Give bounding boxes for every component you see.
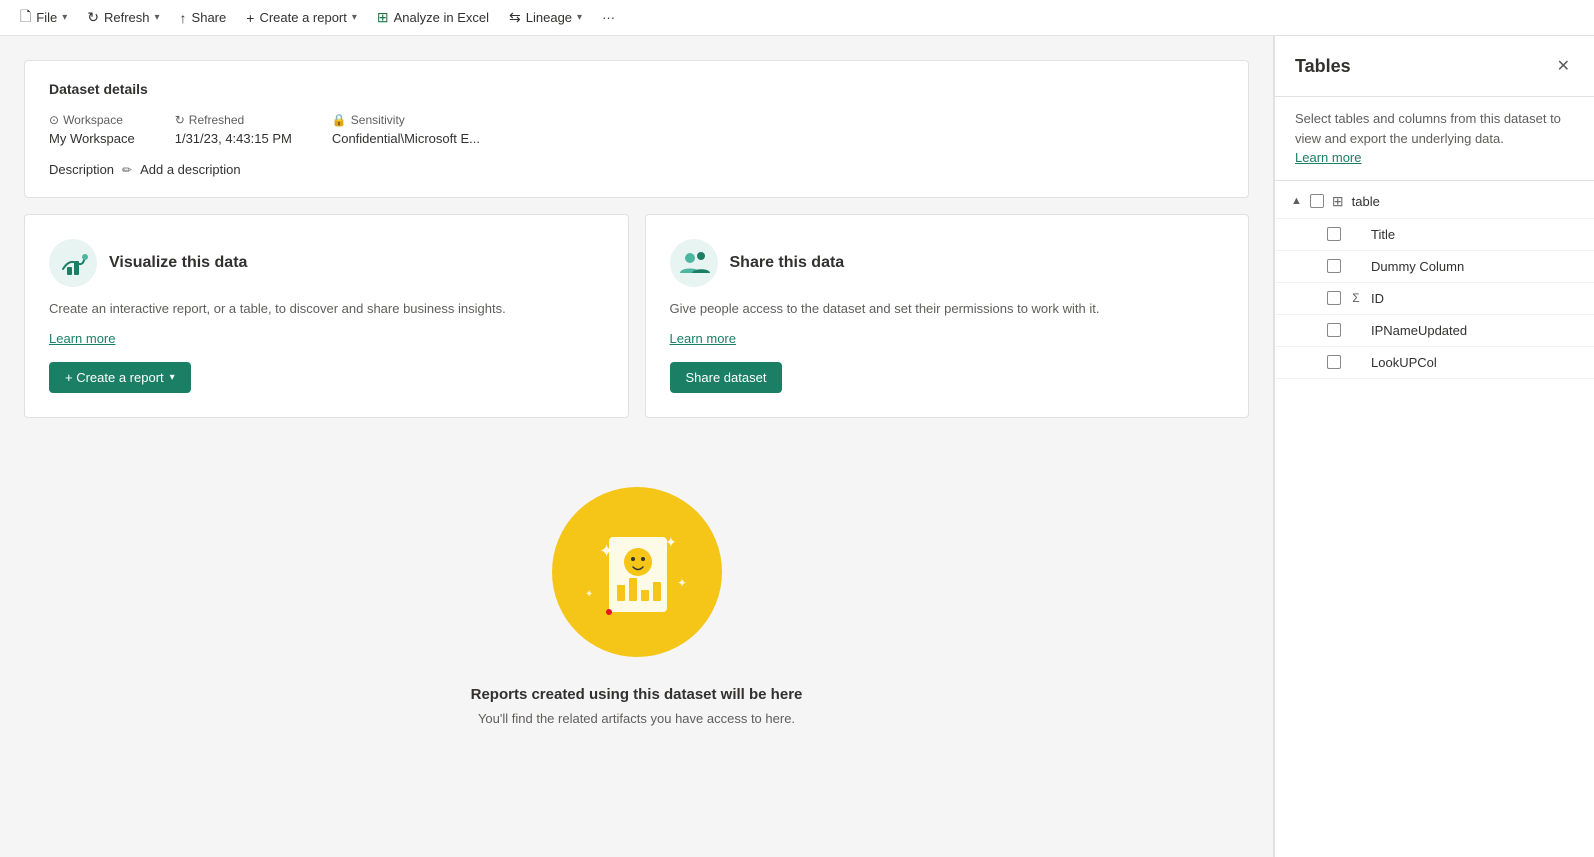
share-icon: ↑ (180, 10, 187, 26)
lineage-label: Lineage (526, 10, 572, 25)
table-name: table (1352, 194, 1380, 209)
column-row[interactable]: Title (1275, 219, 1594, 251)
visualize-card-title: Visualize this data (109, 254, 247, 272)
workspace-icon: ⊙ (49, 113, 59, 127)
share-card-header: Share this data (670, 239, 1225, 287)
column-checkbox[interactable] (1327, 227, 1341, 241)
file-icon: 🗋 (20, 6, 31, 30)
column-name: LookUPCol (1371, 355, 1437, 370)
create-report-label: Create a report (259, 10, 346, 25)
visualize-card: Visualize this data Create an interactiv… (24, 214, 629, 418)
dataset-meta-row: ⊙ Workspace My Workspace ↻ Refreshed 1/3… (49, 113, 1224, 146)
plus-icon: + (246, 10, 254, 26)
column-row[interactable]: LookUPCol (1275, 347, 1594, 379)
share-card-icon (670, 239, 718, 287)
share-button[interactable]: ↑ Share (172, 6, 235, 30)
visualize-learn-more[interactable]: Learn more (49, 331, 115, 346)
lineage-chevron: ▾ (577, 12, 582, 23)
workspace-meta: ⊙ Workspace My Workspace (49, 113, 135, 146)
file-label: File (36, 10, 57, 25)
sensitivity-meta: 🔒 Sensitivity Confidential\Microsoft E..… (332, 113, 480, 146)
visualize-card-icon (49, 239, 97, 287)
visualize-card-desc: Create an interactive report, or a table… (49, 299, 604, 319)
refreshed-icon: ↻ (175, 113, 185, 127)
main-layout: Dataset details ⊙ Workspace My Workspace… (0, 36, 1594, 857)
column-name: Title (1371, 227, 1395, 242)
more-button[interactable]: ··· (594, 6, 623, 29)
panel-learn-more[interactable]: Learn more (1295, 150, 1361, 165)
description-label: Description (49, 162, 114, 177)
sensitivity-label: Sensitivity (351, 113, 405, 127)
refresh-chevron: ▾ (155, 12, 160, 23)
content-area: Dataset details ⊙ Workspace My Workspace… (0, 36, 1273, 857)
collapse-icon: ▲ (1291, 195, 1302, 207)
column-row[interactable]: IPNameUpdated (1275, 315, 1594, 347)
refresh-button[interactable]: ↻ Refresh ▾ (79, 5, 167, 30)
create-report-btn-chevron: ▾ (170, 372, 175, 383)
column-row[interactable]: Dummy Column (1275, 251, 1594, 283)
empty-state: ✦ ✦ ✦ ✦ (24, 442, 1249, 766)
create-report-chevron: ▾ (352, 12, 357, 23)
close-panel-button[interactable]: ✕ (1553, 52, 1574, 80)
table-group-header[interactable]: ▲ ⊞ table (1275, 185, 1594, 219)
column-checkbox[interactable] (1327, 355, 1341, 369)
column-checkbox[interactable] (1327, 323, 1341, 337)
refresh-icon: ↻ (87, 9, 99, 26)
file-menu[interactable]: 🗋 File ▾ (12, 2, 75, 34)
right-panel-content: ▲ ⊞ table Title Dummy Column Σ ID IPNameUpda… (1275, 181, 1594, 857)
table-grid-icon: ⊞ (1332, 193, 1344, 210)
share-learn-more[interactable]: Learn more (670, 331, 736, 346)
empty-state-subtitle: You'll find the related artifacts you ha… (478, 711, 795, 726)
column-checkbox[interactable] (1327, 259, 1341, 273)
create-report-card-button[interactable]: + Create a report ▾ (49, 362, 191, 393)
share-dataset-button[interactable]: Share dataset (670, 362, 783, 393)
workspace-label: Workspace (63, 113, 123, 127)
column-checkbox[interactable] (1327, 291, 1341, 305)
right-panel: Tables ✕ Select tables and columns from … (1274, 36, 1594, 857)
share-card-desc: Give people access to the dataset and se… (670, 299, 1225, 319)
right-panel-header: Tables ✕ (1275, 36, 1594, 97)
file-chevron: ▾ (62, 12, 67, 23)
sensitivity-icon: 🔒 (332, 113, 347, 127)
create-report-button[interactable]: + Create a report ▾ (238, 6, 365, 30)
column-name: IPNameUpdated (1371, 323, 1467, 338)
svg-text:✦: ✦ (677, 576, 687, 590)
add-description-link[interactable]: Add a description (140, 162, 240, 177)
column-name: Dummy Column (1371, 259, 1464, 274)
excel-icon: ⊞ (377, 9, 389, 26)
share-label: Share (192, 10, 227, 25)
table-group: ▲ ⊞ table Title Dummy Column Σ ID IPNameUpda… (1275, 181, 1594, 383)
columns-container: Title Dummy Column Σ ID IPNameUpdated LookUPC… (1275, 219, 1594, 379)
share-card: Share this data Give people access to th… (645, 214, 1250, 418)
refreshed-label: Refreshed (189, 113, 244, 127)
refreshed-value: 1/31/23, 4:43:15 PM (175, 131, 292, 146)
table-checkbox[interactable] (1310, 194, 1324, 208)
lineage-button[interactable]: ⇆ Lineage ▾ (501, 5, 590, 30)
more-label: ··· (602, 10, 615, 25)
edit-description-icon: ✏ (122, 163, 132, 177)
visualize-card-header: Visualize this data (49, 239, 604, 287)
column-row[interactable]: Σ ID (1275, 283, 1594, 315)
refresh-label: Refresh (104, 10, 150, 25)
sensitivity-value: Confidential\Microsoft E... (332, 131, 480, 146)
right-panel-description: Select tables and columns from this data… (1275, 97, 1594, 181)
dataset-details-card: Dataset details ⊙ Workspace My Workspace… (24, 60, 1249, 198)
description-row: Description ✏ Add a description (49, 162, 1224, 177)
workspace-value: My Workspace (49, 131, 135, 146)
right-panel-title: Tables (1295, 56, 1351, 77)
column-type-icon: Σ (1349, 291, 1363, 305)
analyze-label: Analyze in Excel (394, 10, 489, 25)
column-name: ID (1371, 291, 1384, 306)
refreshed-meta: ↻ Refreshed 1/31/23, 4:43:15 PM (175, 113, 292, 146)
lineage-icon: ⇆ (509, 9, 521, 26)
analyze-button[interactable]: ⊞ Analyze in Excel (369, 5, 497, 30)
action-cards-row: Visualize this data Create an interactiv… (24, 214, 1249, 418)
toolbar: 🗋 File ▾ ↻ Refresh ▾ ↑ Share + Create a … (0, 0, 1594, 36)
empty-state-image: ✦ ✦ ✦ ✦ (547, 482, 727, 662)
empty-state-title: Reports created using this dataset will … (471, 686, 803, 703)
svg-text:✦: ✦ (585, 589, 593, 600)
share-card-title: Share this data (730, 254, 845, 272)
dataset-details-title: Dataset details (49, 81, 1224, 97)
